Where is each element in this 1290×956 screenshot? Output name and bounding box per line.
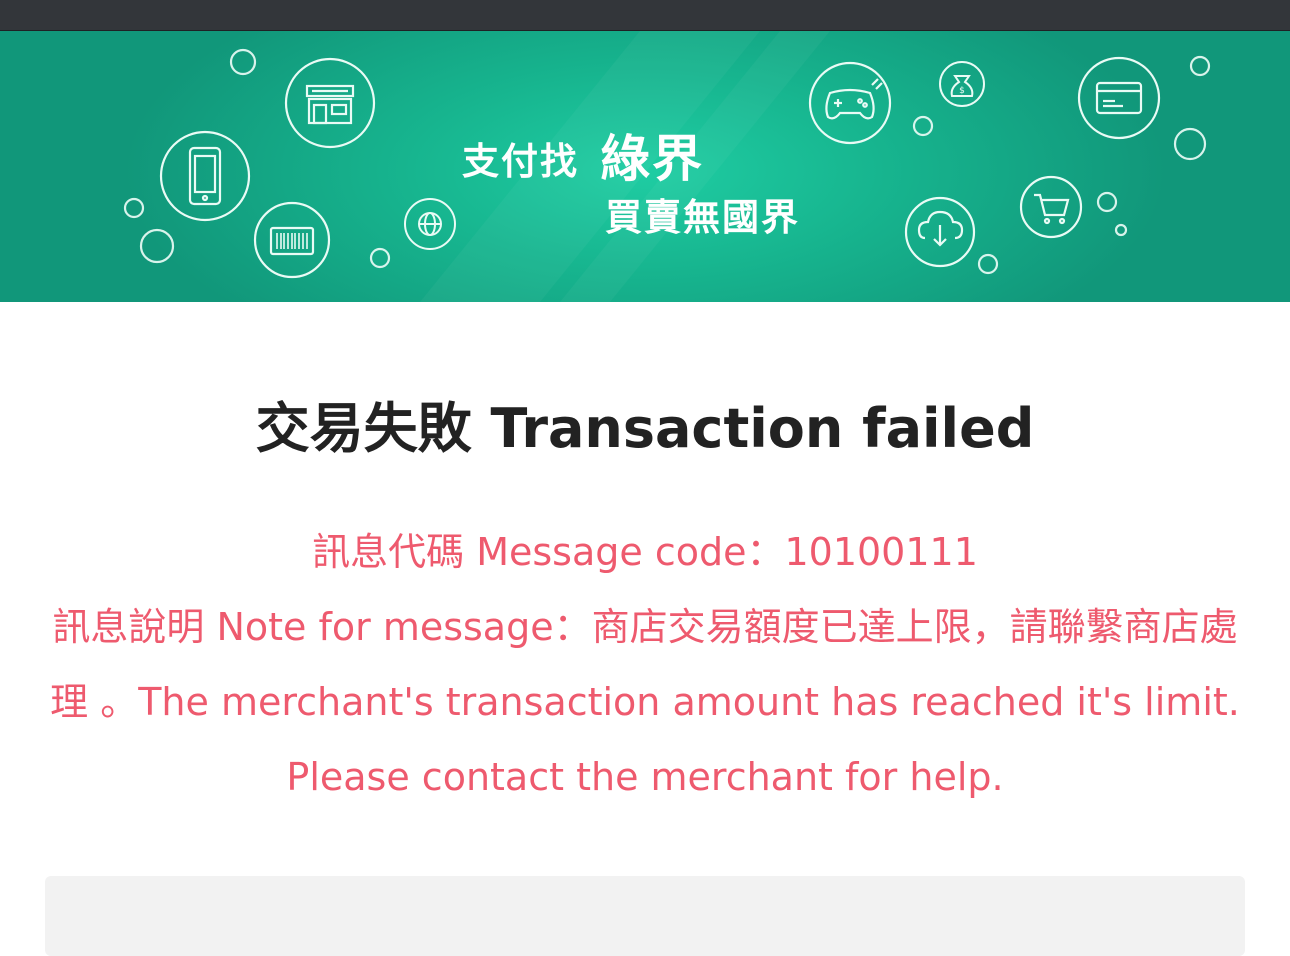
browser-top-bar (0, 0, 1290, 31)
message-note-line: 訊息說明 Note for message：商店交易額度已達上限，請聯繫商店處理… (44, 590, 1246, 815)
error-message-block: 訊息代碼 Message code：10100111 訊息說明 Note for… (44, 515, 1246, 815)
shopping-cart-icon (1019, 175, 1083, 239)
credit-card-icon (1077, 56, 1161, 140)
money-bag-icon: $ (939, 61, 985, 107)
banner-brand-name: 綠界 (600, 130, 704, 188)
banner-slogan-tagline: 買賣無國界 (605, 196, 800, 239)
mobile-phone-icon (159, 130, 251, 222)
message-note-label: 訊息說明 Note for message： (52, 605, 592, 649)
ecpay-banner: $ 支付找 綠界 買賣無國界 (0, 31, 1290, 302)
banner-slogan-prefix: 支付找 (462, 140, 579, 183)
svg-text:$: $ (959, 86, 965, 96)
message-code-value: 10100111 (784, 530, 978, 574)
globe-icon (404, 198, 456, 250)
cloud-download-icon (904, 196, 976, 268)
message-code-label: 訊息代碼 Message code： (312, 530, 785, 574)
order-detail-panel (45, 876, 1245, 956)
message-code-line: 訊息代碼 Message code：10100111 (44, 515, 1246, 590)
transaction-status-title: 交易失敗 Transaction failed (255, 397, 1035, 460)
barcode-icon (253, 201, 331, 279)
gamepad-icon (808, 61, 892, 145)
store-icon (284, 57, 376, 149)
